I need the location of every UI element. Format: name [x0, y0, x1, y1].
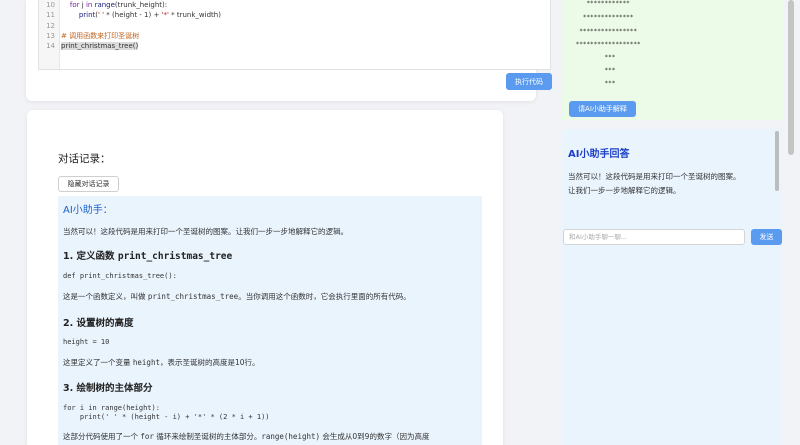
- code-editor-card: 10 for j in range(trunk_height): 11 print…: [26, 0, 552, 101]
- code-token: print_christmas_tree(): [61, 42, 139, 50]
- hide-chat-history-button[interactable]: 隐藏对话记录: [58, 176, 119, 192]
- code-text: print_christmas_tree(): [61, 41, 139, 52]
- reply-scrollbar[interactable]: [775, 131, 779, 191]
- paragraph-2-a: 这里定义了一个变量: [63, 358, 133, 367]
- code-token: print: [78, 11, 96, 19]
- paragraph-1-a: 这是一个函数定义，叫做: [63, 292, 148, 301]
- output-line: ***: [572, 54, 616, 61]
- ai-reply-panel: AI小助手回答 当然可以！这段代码是用来打印一个圣诞树的图案。 让我们一步一步地…: [562, 129, 782, 445]
- chat-input[interactable]: [563, 229, 745, 245]
- code-editor[interactable]: 10 for j in range(trunk_height): 11 print…: [38, 0, 551, 70]
- run-code-button[interactable]: 执行代码: [506, 73, 552, 90]
- send-button[interactable]: 发送: [751, 229, 782, 245]
- paragraph-1-b: 。当你调用这个函数时，它会执行里面的所有代码。: [238, 292, 411, 301]
- paragraph-1-code: print_christmas_tree: [147, 292, 239, 301]
- ai-message: AI小助手： 当然可以！这段代码是用来打印一个圣诞树的图案。让我们一步一步地解释…: [58, 196, 482, 445]
- ai-reply-line: 当然可以！这段代码是用来打印一个圣诞树的图案。: [568, 172, 741, 181]
- code-text: print(' ' * (height - 1) + '*' * trunk_w…: [61, 10, 221, 21]
- code-token: '*': [161, 11, 169, 19]
- paragraph-2-b: ，表示圣诞树的高度是10行。: [159, 358, 260, 367]
- code-output-panel: ************ ************** ************…: [562, 0, 784, 120]
- output-line: ****************: [572, 28, 638, 35]
- paragraph-2: 这里定义了一个变量 height，表示圣诞树的高度是10行。: [63, 357, 260, 368]
- output-line: **************: [572, 14, 634, 21]
- paragraph-3-a: 这部分代码使用了一个: [63, 432, 141, 441]
- output-line: ************: [572, 0, 630, 7]
- line-number: 14: [46, 42, 55, 50]
- ask-ai-explain-button[interactable]: 请AI小助手解释: [569, 101, 636, 117]
- paragraph-3-code-1: for: [140, 432, 154, 441]
- page-scrollbar[interactable]: [788, 0, 794, 155]
- section-heading-2: 2. 设置树的高度: [63, 318, 134, 329]
- line-number: 11: [46, 11, 55, 19]
- code-token: * (height - 1) +: [104, 11, 162, 19]
- output-line: ***: [572, 67, 616, 74]
- output-line: ******************: [572, 41, 641, 48]
- paragraph-3-c: 会生成从0到9的数字（因为高度: [320, 432, 430, 441]
- section-heading-1-code: print_christmas_tree: [117, 251, 233, 262]
- paragraph-2-code: height: [132, 358, 160, 367]
- section-heading-1-prefix: 1. 定义函数: [63, 251, 118, 262]
- ai-assistant-name: AI小助手：: [63, 205, 113, 216]
- code-token: range: [94, 1, 115, 9]
- code-token: * trunk_width): [168, 11, 221, 19]
- code-token: for: [69, 1, 80, 9]
- chat-history-title: 对话记录：: [58, 153, 111, 165]
- code-token: # 调用函数来打印圣诞树: [61, 32, 140, 40]
- code-snippet-3: for i in range(height): print(' ' * (hei…: [63, 404, 270, 421]
- section-heading-3: 3. 绘制树的主体部分: [63, 383, 153, 394]
- ai-intro-text: 当然可以！这段代码是用来打印一个圣诞树的图案。让我们一步一步地解释它的逻辑。: [63, 227, 348, 236]
- ai-reply-title: AI小助手回答: [568, 149, 630, 160]
- page: 10 for j in range(trunk_height): 11 print…: [0, 0, 800, 445]
- section-heading-1: 1. 定义函数 print_christmas_tree: [63, 248, 232, 262]
- code-snippet-1: def print_christmas_tree():: [63, 272, 177, 280]
- code-snippet-2: height = 10: [63, 338, 110, 346]
- paragraph-3: 这部分代码使用了一个 for 循环来绘制圣诞树的主体部分。range(heigh…: [63, 431, 429, 442]
- paragraph-3-code-2: range(height): [261, 432, 321, 441]
- paragraph-3-b: 循环来绘制圣诞树的主体部分。: [153, 432, 262, 441]
- ai-reply-line: 让我们一步一步地解释它的逻辑。: [568, 186, 681, 195]
- chat-history-card: 对话记录： 隐藏对话记录 AI小助手： 当然可以！这段代码是用来打印一个圣诞树的…: [27, 110, 503, 445]
- code-token: (trunk_height):: [114, 1, 168, 9]
- output-line: ***: [572, 80, 616, 87]
- paragraph-1: 这是一个函数定义，叫做 print_christmas_tree。当你调用这个函…: [63, 291, 411, 302]
